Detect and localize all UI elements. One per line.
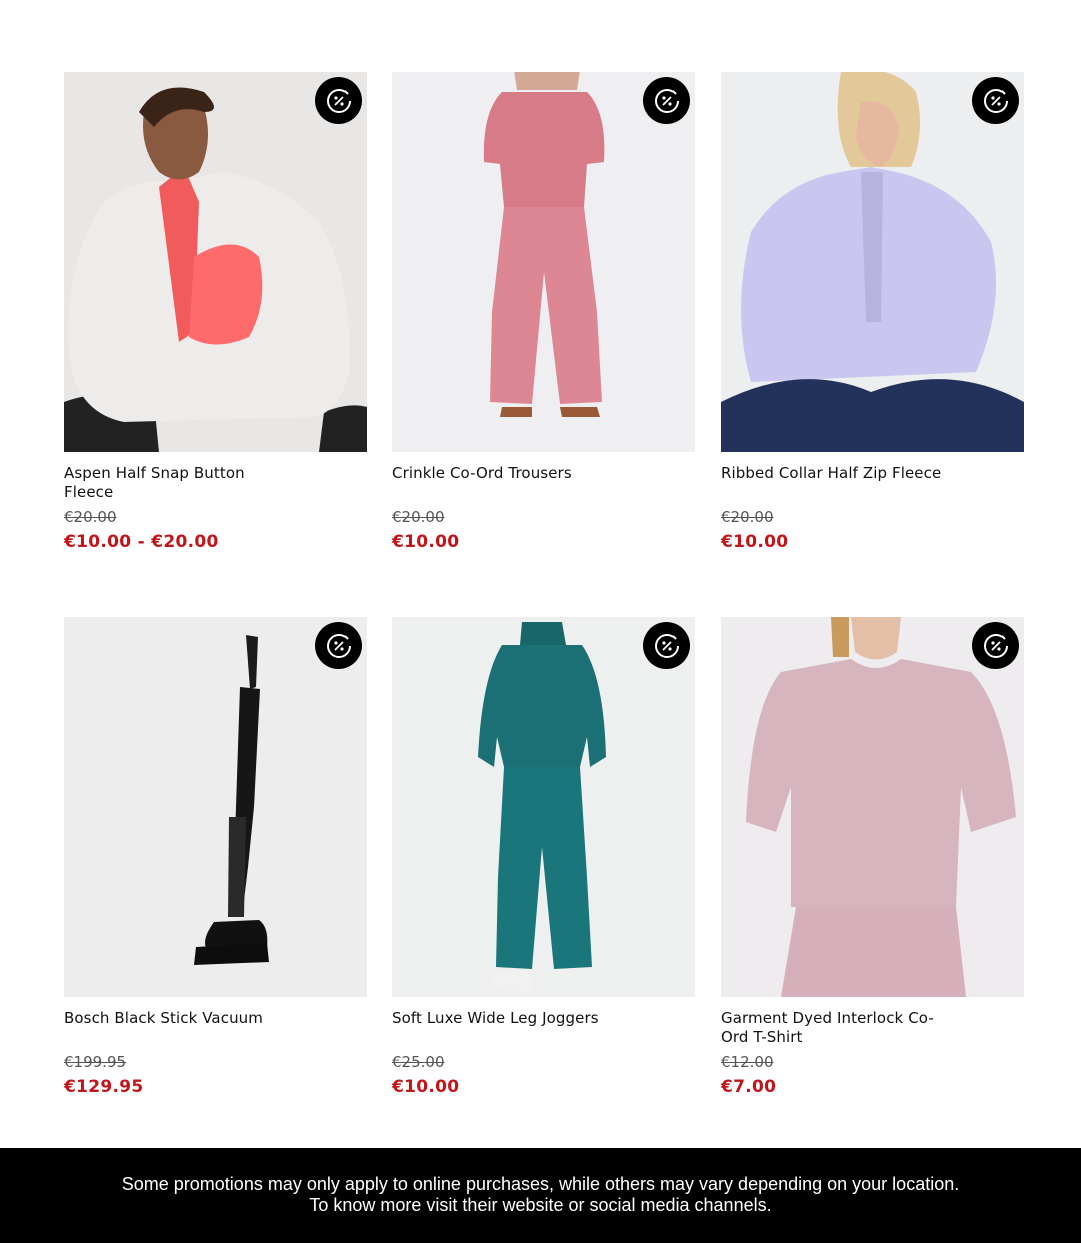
product-name[interactable]: Garment Dyed Interlock Co-Ord T-Shirt — [721, 1009, 936, 1047]
discount-badge-icon[interactable] — [643, 77, 690, 124]
product-image[interactable] — [721, 617, 1024, 997]
discount-badge-icon[interactable] — [315, 77, 362, 124]
product-photo-teal-joggers — [392, 617, 695, 997]
original-price: €12.00 — [721, 1053, 774, 1071]
original-price: €199.95 — [64, 1053, 127, 1071]
sale-price: €10.00 — [721, 532, 789, 552]
disclaimer-line-1: Some promotions may only apply to online… — [121, 1174, 960, 1194]
product-card[interactable]: Garment Dyed Interlock Co-Ord T-Shirt €1… — [721, 617, 1024, 1097]
product-photo-pink-tshirt — [721, 617, 1024, 997]
promotions-disclaimer-footer: Some promotions may only apply to online… — [0, 1148, 1081, 1243]
sale-price: €10.00 - €20.00 — [64, 532, 219, 552]
product-card[interactable]: Aspen Half Snap Button Fleece €20.00 €10… — [64, 72, 367, 552]
sale-price: €10.00 — [392, 1077, 460, 1097]
product-name[interactable]: Soft Luxe Wide Leg Joggers — [392, 1009, 652, 1028]
discount-badge-icon[interactable] — [972, 622, 1019, 669]
sale-price: €129.95 — [64, 1077, 144, 1097]
original-price: €25.00 — [392, 1053, 445, 1071]
product-photo-stick-vacuum — [64, 617, 367, 997]
product-image[interactable] — [392, 617, 695, 997]
product-name[interactable]: Ribbed Collar Half Zip Fleece — [721, 464, 981, 483]
product-name[interactable]: Aspen Half Snap Button Fleece — [64, 464, 264, 502]
product-image[interactable] — [64, 617, 367, 997]
disclaimer-line-2: To know more visit their website or soci… — [309, 1195, 772, 1215]
product-name[interactable]: Crinkle Co-Ord Trousers — [392, 464, 592, 483]
product-photo-pink-trousers — [392, 72, 695, 452]
product-photo-lilac-fleece — [721, 72, 1024, 452]
product-card[interactable]: Soft Luxe Wide Leg Joggers €25.00 €10.00 — [392, 617, 695, 1097]
discount-badge-icon[interactable] — [972, 77, 1019, 124]
discount-badge-icon[interactable] — [643, 622, 690, 669]
product-photo-fleece-cream — [64, 72, 367, 452]
sale-price: €10.00 — [392, 532, 460, 552]
product-name[interactable]: Bosch Black Stick Vacuum — [64, 1009, 264, 1028]
product-image[interactable] — [721, 72, 1024, 452]
original-price: €20.00 — [64, 508, 117, 526]
product-image[interactable] — [64, 72, 367, 452]
original-price: €20.00 — [721, 508, 774, 526]
product-card[interactable]: Bosch Black Stick Vacuum €199.95 €129.95 — [64, 617, 367, 1097]
sale-price: €7.00 — [721, 1077, 777, 1097]
product-card[interactable]: Ribbed Collar Half Zip Fleece €20.00 €10… — [721, 72, 1024, 552]
product-card[interactable]: Crinkle Co-Ord Trousers €20.00 €10.00 — [392, 72, 695, 552]
product-image[interactable] — [392, 72, 695, 452]
original-price: €20.00 — [392, 508, 445, 526]
discount-badge-icon[interactable] — [315, 622, 362, 669]
